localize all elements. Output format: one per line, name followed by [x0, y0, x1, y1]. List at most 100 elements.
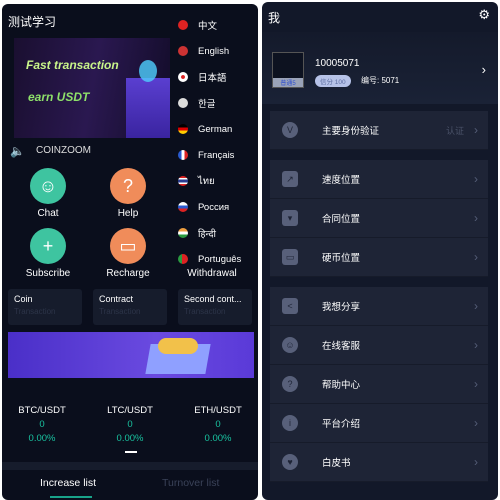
menu-label: 在线客服 [322, 341, 361, 352]
card-title: Second cont... [184, 294, 242, 304]
flag-icon [178, 98, 188, 108]
verify-status: 认证 [445, 125, 464, 136]
second-contract-card[interactable]: Second cont... Transaction [178, 289, 252, 325]
chat-button[interactable]: ☺ Chat [18, 168, 78, 219]
flag-icon [178, 124, 188, 134]
lang-item[interactable]: हिन्दी [178, 220, 258, 246]
lang-label: Français [198, 149, 235, 161]
menu-whitepaper[interactable]: ♥ 白皮书 › [270, 443, 488, 482]
menu-share[interactable]: < 我想分享 › [270, 287, 488, 326]
card-title: Coin [14, 294, 33, 304]
flag-icon [178, 202, 188, 212]
ticker-price: 0 [215, 419, 221, 430]
lang-item[interactable]: ไทย [178, 168, 258, 194]
lang-label: 中文 [198, 21, 218, 32]
banner-line2: earn USDT [28, 90, 90, 104]
user-header[interactable]: 普通5 10005071 信分 100 编号: 5071 › [262, 32, 498, 104]
lang-item[interactable]: German [178, 116, 258, 142]
recharge-label: Recharge [106, 268, 150, 279]
ticker-change: 0.00% [116, 433, 144, 444]
page-title: 测试学习 [8, 15, 57, 29]
ticker-change: 0.00% [204, 433, 232, 444]
menu-label: 速度位置 [322, 175, 361, 186]
ticker-ltc[interactable]: LTC/USDT 0 0.00% [90, 404, 170, 446]
flag-icon [178, 254, 188, 264]
wallet-icon: ▭ [110, 228, 146, 264]
lang-item[interactable]: Français [178, 142, 258, 168]
lang-label: 한글 [198, 99, 216, 110]
ticker-price: 0 [127, 419, 133, 430]
menu-label: 主要身份验证 [322, 126, 380, 137]
ticker-pair: ETH/USDT [194, 405, 242, 416]
flag-icon [178, 150, 188, 160]
support-icon: ☺ [282, 337, 298, 353]
share-icon: < [282, 298, 298, 314]
document-plus-icon: + [30, 228, 66, 264]
lang-item[interactable]: 中文 [178, 12, 258, 38]
lang-item[interactable]: English [178, 38, 258, 64]
contract-transaction-card[interactable]: Contract Transaction [93, 289, 167, 325]
gear-icon[interactable]: ⚙ [478, 7, 490, 23]
headset-icon: ☺ [30, 168, 66, 204]
chevron-right-icon: › [474, 416, 478, 430]
chevron-right-icon: › [474, 211, 478, 225]
recharge-button[interactable]: ▭ Recharge [98, 228, 158, 279]
lang-label: Português [198, 253, 242, 265]
help-button[interactable]: ? Help [98, 168, 158, 219]
ticker-eth[interactable]: ETH/USDT 0 0.00% [178, 404, 258, 446]
lang-label: 日本語 [198, 73, 227, 84]
ticker-price: 0 [39, 419, 45, 430]
chevron-right-icon: › [481, 62, 486, 77]
menu-label: 硬币位置 [322, 253, 361, 264]
flag-icon [178, 176, 188, 186]
chart-icon: ↗ [282, 171, 298, 187]
chevron-right-icon: › [474, 338, 478, 352]
chat-label: Chat [37, 208, 59, 219]
active-tab-underline [50, 496, 92, 498]
coins-graphic [158, 338, 198, 354]
pager-indicator [125, 451, 137, 453]
menu-label: 帮助中心 [322, 380, 361, 391]
menu-platform-intro[interactable]: i 平台介绍 › [270, 404, 488, 443]
subscribe-button[interactable]: + Subscribe [18, 228, 78, 279]
menu-coin-position[interactable]: ▭ 硬币位置 › [270, 238, 488, 277]
banner[interactable]: Fast transaction earn USDT [14, 38, 170, 138]
menu-online-support[interactable]: ☺ 在线客服 › [270, 326, 488, 365]
help-icon: ? [282, 376, 298, 392]
ticker-btc[interactable]: BTC/USDT 0 0.00% [2, 404, 82, 446]
ticker-change: 0.00% [28, 433, 56, 444]
lang-label: Россия [198, 201, 230, 213]
card-subtitle: Transaction [14, 307, 56, 316]
flag-icon [178, 20, 188, 30]
notice-text: COINZOOM [36, 145, 91, 156]
banner-line1: Fast transaction [26, 58, 119, 72]
home-panel: 测试学习 Fast transaction earn USDT 🔈 COINZO… [2, 4, 258, 500]
card-subtitle: Transaction [99, 307, 141, 316]
question-icon: ? [110, 168, 146, 204]
lang-label: ไทย [198, 175, 215, 187]
promo-banner[interactable] [8, 332, 254, 378]
user-number: 编号: 5071 [361, 76, 400, 85]
tab-increase-list[interactable]: Increase list [40, 477, 96, 489]
menu-identity-verification[interactable]: V 主要身份验证 认证 › [270, 111, 488, 150]
menu-label: 合同位置 [322, 214, 361, 225]
lang-item[interactable]: 한글 [178, 90, 258, 116]
chevron-right-icon: › [474, 299, 478, 313]
chevron-right-icon: › [474, 172, 478, 186]
credit-badge: 信分 100 [315, 75, 351, 87]
menu-help-center[interactable]: ? 帮助中心 › [270, 365, 488, 404]
lang-item[interactable]: Россия [178, 194, 258, 220]
chevron-right-icon: › [474, 123, 478, 137]
lang-label: हिन्दी [198, 228, 216, 240]
coin-transaction-card[interactable]: Coin Transaction [8, 289, 82, 325]
ticker-pair: BTC/USDT [18, 405, 66, 416]
lang-item[interactable]: Português [178, 246, 258, 272]
lang-item[interactable]: 日本語 [178, 64, 258, 90]
menu-contract-position[interactable]: ▾ 合同位置 › [270, 199, 488, 238]
shield-icon: ♥ [282, 454, 298, 470]
wallet-icon: ▭ [282, 249, 298, 265]
tab-turnover-list[interactable]: Turnover list [162, 477, 219, 489]
flag-icon [178, 46, 188, 56]
menu-speed-position[interactable]: ↗ 速度位置 › [270, 160, 488, 199]
avatar: 普通5 [272, 52, 304, 88]
